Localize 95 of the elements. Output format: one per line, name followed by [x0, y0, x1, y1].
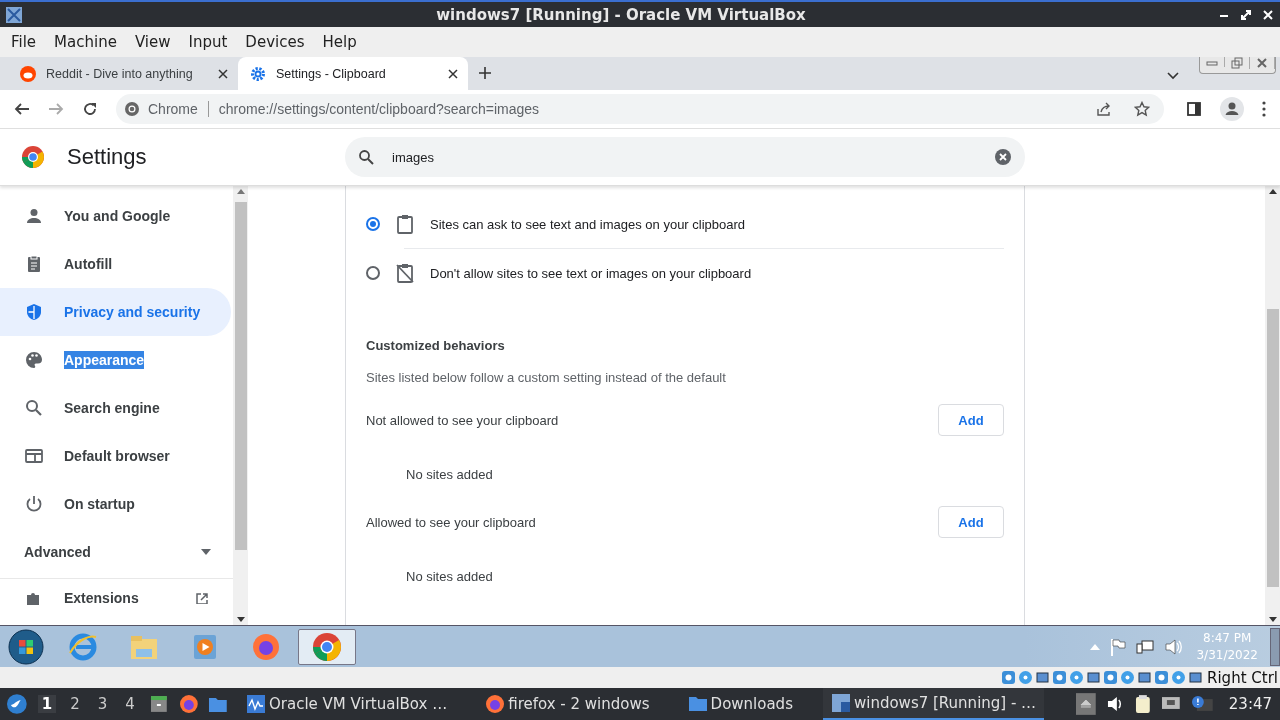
device-status-icons-drawing[interactable]: [1001, 670, 1204, 685]
sidebar-item[interactable]: Privacy and security: [0, 288, 231, 336]
list-title: Allowed to see your clipboard: [366, 514, 536, 530]
browser-tab[interactable]: Settings - Clipboard: [238, 57, 468, 90]
radio-button[interactable]: [366, 217, 380, 231]
network-icon[interactable]: [1161, 696, 1182, 712]
radio-option[interactable]: Don't allow sites to see text or images on your clipboard: [366, 249, 1004, 297]
window-icon: [830, 693, 851, 713]
sidebar-item[interactable]: Appearance: [0, 336, 231, 384]
caret-icon: [201, 549, 211, 555]
close-icon[interactable]: [448, 68, 458, 79]
sidebar-item[interactable]: Search engine: [0, 384, 231, 432]
sidebar-item[interactable]: Extensions: [0, 585, 231, 611]
power-icon: [24, 494, 44, 514]
menu-item[interactable]: View: [125, 33, 180, 51]
section-description: Sites listed below follow a custom setting instead of the default: [366, 370, 727, 385]
taskbar-window-button[interactable]: firefox - 2 windows: [477, 688, 658, 720]
chevron-down-icon[interactable]: [1167, 72, 1179, 80]
empty-list-message: No sites added: [405, 467, 494, 482]
notification-icon[interactable]: [1191, 695, 1213, 713]
add-button[interactable]: Add: [938, 404, 1004, 436]
address-bar[interactable]: Chrome chrome://settings/content/clipboard?search=images: [116, 94, 1164, 124]
firefox-icon[interactable]: [178, 694, 199, 714]
side-panel-icon[interactable]: [1186, 101, 1202, 117]
close-icon[interactable]: [218, 68, 228, 79]
scroll-down-icon[interactable]: [236, 617, 245, 622]
sidebar-item[interactable]: On startup: [0, 480, 231, 528]
workspace-button[interactable]: 3: [93, 695, 112, 713]
network-icon[interactable]: [1136, 637, 1155, 656]
profile-avatar-icon[interactable]: [1220, 97, 1244, 121]
settings-title: Settings: [67, 144, 148, 170]
taskbar-window-button[interactable]: Oracle VM VirtualBox …: [238, 688, 456, 720]
menu-item[interactable]: Machine: [45, 33, 126, 51]
start-button-icon[interactable]: [8, 628, 44, 665]
taskbar-app[interactable]: [298, 628, 356, 665]
star-icon[interactable]: [1134, 101, 1150, 117]
taskbar-window-button[interactable]: windows7 [Running] - …: [822, 688, 1045, 720]
monitor-graph-icon: [246, 694, 266, 714]
list-title: Not allowed to see your clipboard: [366, 412, 559, 428]
shield-icon: [24, 302, 44, 322]
share-icon[interactable]: [1096, 101, 1112, 117]
sidebar-item[interactable]: You and Google: [0, 192, 231, 240]
sidebar-item[interactable]: Autofill: [0, 240, 231, 288]
search-field[interactable]: images: [390, 148, 978, 166]
folder-icon[interactable]: [208, 695, 228, 713]
eject-icon[interactable]: [1076, 693, 1096, 715]
back-icon[interactable]: [14, 101, 30, 117]
scrollbar[interactable]: [233, 186, 248, 625]
add-button[interactable]: Add: [938, 506, 1004, 538]
clock[interactable]: 23:47: [1228, 695, 1273, 713]
maximize-icon[interactable]: [1240, 8, 1252, 21]
menu-item[interactable]: File: [2, 33, 46, 51]
folder-icon: [687, 694, 708, 714]
gear-icon: [250, 65, 266, 82]
browser-window-icon: [24, 446, 44, 466]
search-bar[interactable]: images: [345, 137, 1025, 177]
chrome-logo-icon: [21, 145, 45, 169]
clipboard-icon[interactable]: [1133, 694, 1152, 714]
empty-list-message: No sites added: [405, 569, 494, 584]
search-icon: [24, 398, 44, 418]
scrollbar[interactable]: [1265, 186, 1280, 625]
section-heading: Customized behaviors: [366, 338, 506, 353]
clear-icon[interactable]: [994, 148, 1012, 166]
file-cabinet-icon[interactable]: [148, 694, 169, 714]
menu-item[interactable]: Input: [179, 33, 237, 51]
radio-button[interactable]: [366, 266, 380, 280]
person-icon: [24, 206, 44, 226]
firefox-icon: [485, 694, 506, 714]
taskbar-window-button[interactable]: Downloads: [679, 688, 801, 720]
sidebar-item[interactable]: Default browser: [0, 432, 231, 480]
workspace-button[interactable]: 1: [37, 695, 57, 713]
host-key-label: Right Ctrl: [1207, 668, 1278, 687]
clipboard-blocked-icon: [396, 263, 414, 283]
clipboard-icon: [396, 214, 414, 234]
palette-icon: [24, 350, 44, 370]
bird-logo-icon[interactable]: [6, 693, 28, 715]
speaker-icon[interactable]: [1105, 696, 1124, 712]
advanced-section-toggle[interactable]: Advanced: [0, 528, 233, 576]
reddit-icon: [20, 65, 36, 82]
menu-item[interactable]: Help: [313, 33, 366, 51]
external-link-icon: [195, 592, 209, 604]
menu-item[interactable]: Devices: [236, 33, 314, 51]
radio-option[interactable]: Sites can ask to see text and images on your clipboard: [366, 200, 1004, 248]
window-title: windows7 [Running] - Oracle VM VirtualBox: [435, 5, 807, 24]
scroll-down-icon[interactable]: [1268, 617, 1277, 622]
workspace-button[interactable]: 2: [66, 695, 84, 713]
workspace-button[interactable]: 4: [121, 695, 139, 713]
reload-icon[interactable]: [82, 101, 98, 117]
browser-tab[interactable]: Reddit - Dive into anything: [8, 57, 238, 90]
flag-icon[interactable]: [1110, 637, 1127, 656]
search-icon: [358, 149, 374, 165]
show-desktop-button[interactable]: [1270, 627, 1280, 666]
new-tab-icon[interactable]: [478, 66, 492, 80]
scroll-up-icon[interactable]: [1268, 189, 1277, 194]
more-icon[interactable]: [1262, 101, 1266, 117]
